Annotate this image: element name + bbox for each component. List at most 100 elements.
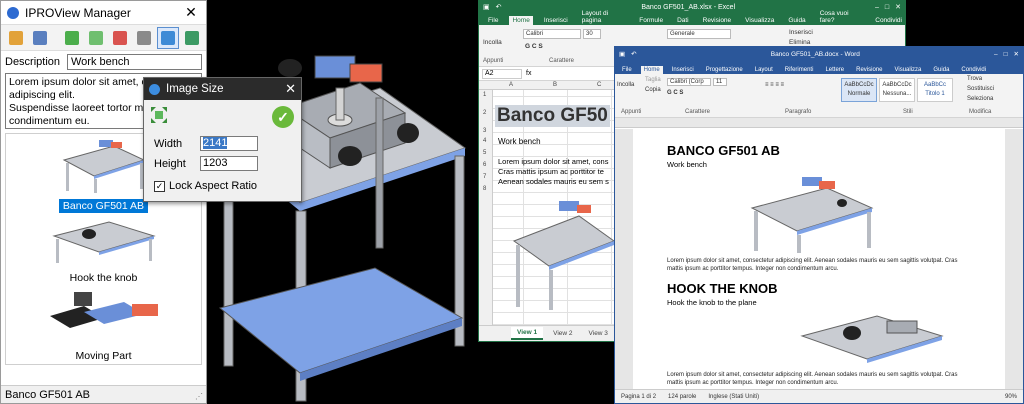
close-icon[interactable]: ✕ bbox=[285, 81, 296, 97]
add-image-alt-icon[interactable] bbox=[85, 27, 107, 49]
tab-help[interactable]: Guida bbox=[785, 16, 808, 25]
zoom-level[interactable]: 90% bbox=[1005, 394, 1023, 400]
undo-icon[interactable]: ↶ bbox=[496, 3, 502, 11]
tab-review[interactable]: Revisione bbox=[700, 16, 735, 25]
iproview-window[interactable]: IPROView Manager ✕ Description Work benc… bbox=[0, 0, 207, 404]
sheet-tab-view-3[interactable]: View 3 bbox=[583, 328, 614, 339]
tab-file[interactable]: File bbox=[485, 16, 501, 25]
maximize-icon[interactable]: □ bbox=[885, 4, 889, 11]
thumbnail-item[interactable]: Moving Part bbox=[6, 288, 201, 363]
document-page[interactable]: BANCO GF501 AB Work bench Lorem ipsum do… bbox=[633, 129, 1005, 389]
tab-page-layout[interactable]: Layout di pagina bbox=[579, 9, 629, 25]
word-window[interactable]: ▣ ↶ Banco GF501_AB.docx - Word – □ ✕ Fil… bbox=[614, 46, 1024, 404]
tab-help[interactable]: Guida bbox=[930, 66, 952, 74]
width-input[interactable]: 2141 bbox=[200, 136, 258, 151]
style-no-spacing[interactable]: AaBbCcDc Nessuna... bbox=[879, 78, 915, 102]
doc-image-knob[interactable] bbox=[797, 311, 947, 367]
tab-insert[interactable]: Inserisci bbox=[669, 66, 697, 74]
doc-image-workbench[interactable] bbox=[747, 173, 877, 253]
select-button[interactable]: Seleziona bbox=[967, 96, 993, 102]
font-size-box[interactable]: 30 bbox=[583, 29, 601, 39]
paste-button[interactable]: Incolla bbox=[483, 39, 502, 46]
cell-title[interactable]: Banco GF50 bbox=[495, 105, 610, 127]
minimize-icon[interactable]: – bbox=[994, 51, 998, 58]
add-image-icon[interactable] bbox=[61, 27, 83, 49]
resize-grip-icon[interactable]: ⋰ bbox=[195, 392, 203, 401]
number-format-box[interactable]: Generale bbox=[667, 29, 731, 39]
style-heading-1[interactable]: AaBbCc Titolo 1 bbox=[917, 78, 953, 102]
open-icon[interactable] bbox=[5, 27, 27, 49]
row-header[interactable]: 6 bbox=[483, 162, 486, 168]
cut-button[interactable]: Taglia bbox=[645, 77, 661, 83]
doc-heading-2[interactable]: HOOK THE KNOB bbox=[667, 281, 973, 296]
minimize-icon[interactable]: – bbox=[875, 4, 879, 11]
export-icon[interactable] bbox=[181, 27, 203, 49]
close-icon[interactable]: ✕ bbox=[1014, 50, 1019, 58]
doc-paragraph-2[interactable]: Lorem ipsum dolor sit amet, consectetur … bbox=[667, 371, 973, 387]
column-header[interactable]: C bbox=[597, 82, 601, 88]
cell-subtitle[interactable]: Work bench bbox=[498, 137, 541, 146]
tab-design[interactable]: Progettazione bbox=[703, 66, 746, 74]
row-header[interactable]: 2 bbox=[483, 110, 486, 116]
style-normal[interactable]: AaBbCcDc Normale bbox=[841, 78, 877, 102]
insert-cells-button[interactable]: Inserisci bbox=[789, 29, 813, 36]
tab-insert[interactable]: Inserisci bbox=[541, 16, 571, 25]
close-icon[interactable]: ✕ bbox=[895, 3, 901, 11]
tab-formulas[interactable]: Formule bbox=[636, 16, 666, 25]
tab-view[interactable]: Visualizza bbox=[742, 16, 777, 25]
resize-icon[interactable] bbox=[157, 26, 179, 49]
tab-file[interactable]: File bbox=[619, 66, 635, 74]
save-icon[interactable]: ▣ bbox=[619, 50, 625, 58]
image-size-dialog[interactable]: Image Size ✕ ✓ Width 2141 Height 1203 ✓ … bbox=[143, 77, 302, 202]
share-button[interactable]: Condividi bbox=[958, 66, 989, 74]
bold-icon[interactable]: G C S bbox=[525, 43, 543, 50]
doc-heading-1[interactable]: BANCO GF501 AB bbox=[667, 143, 973, 158]
replace-button[interactable]: Sostituisci bbox=[967, 86, 994, 92]
doc-paragraph-1[interactable]: Lorem ipsum dolor sit amet, consectetur … bbox=[667, 257, 973, 273]
lock-aspect-checkbox[interactable]: ✓ Lock Aspect Ratio bbox=[154, 180, 257, 192]
row-header[interactable]: 7 bbox=[483, 174, 486, 180]
row-header[interactable]: 5 bbox=[483, 150, 486, 156]
tab-view[interactable]: Visualizza bbox=[891, 66, 924, 74]
font-size-box[interactable]: 11 bbox=[713, 78, 727, 86]
ok-checkmark-button[interactable]: ✓ bbox=[272, 106, 294, 128]
status-page[interactable]: Pagina 1 di 2 bbox=[621, 394, 656, 400]
description-input[interactable]: Work bench bbox=[67, 54, 202, 70]
doc-subtitle-2[interactable]: Hook the knob to the plane bbox=[667, 298, 973, 307]
copy-button[interactable]: Copia bbox=[645, 87, 661, 93]
status-language[interactable]: Inglese (Stati Uniti) bbox=[708, 394, 759, 400]
bold-icon[interactable]: G C S bbox=[667, 90, 683, 96]
delete-image-icon[interactable] bbox=[109, 27, 131, 49]
tell-me-box[interactable]: Cosa vuoi fare? bbox=[817, 9, 865, 25]
save-icon[interactable]: ▣ bbox=[483, 3, 490, 11]
row-header[interactable]: 8 bbox=[483, 186, 486, 192]
share-button[interactable]: Condividi bbox=[872, 16, 905, 25]
tab-data[interactable]: Dati bbox=[674, 16, 692, 25]
save-icon[interactable] bbox=[29, 27, 51, 49]
font-name-box[interactable]: Calibri bbox=[523, 29, 581, 39]
paste-button[interactable]: Incolla bbox=[617, 82, 634, 88]
column-header[interactable]: A bbox=[509, 82, 513, 88]
delete-cells-button[interactable]: Elimina bbox=[789, 39, 810, 46]
undo-icon[interactable]: ↶ bbox=[631, 50, 636, 58]
height-input[interactable]: 1203 bbox=[200, 156, 258, 171]
tab-mailings[interactable]: Lettere bbox=[822, 66, 847, 74]
tab-home[interactable]: Home bbox=[640, 66, 663, 74]
properties-icon[interactable] bbox=[133, 27, 155, 49]
ruler[interactable] bbox=[615, 118, 1023, 128]
tab-layout[interactable]: Layout bbox=[752, 66, 776, 74]
row-header[interactable]: 3 bbox=[483, 128, 486, 134]
doc-subtitle-1[interactable]: Work bench bbox=[667, 160, 973, 169]
font-name-box[interactable]: Calibri (Corp bbox=[667, 78, 711, 86]
close-icon[interactable]: ✕ bbox=[182, 4, 200, 21]
tab-home[interactable]: Home bbox=[509, 16, 533, 25]
name-box[interactable]: A2 bbox=[482, 68, 522, 79]
sheet-tab-view-2[interactable]: View 2 bbox=[547, 328, 578, 339]
tab-review[interactable]: Revisione bbox=[853, 66, 885, 74]
checkbox-checked-icon[interactable]: ✓ bbox=[154, 180, 165, 192]
status-words[interactable]: 124 parole bbox=[668, 394, 696, 400]
row-header[interactable]: 1 bbox=[483, 92, 486, 98]
find-button[interactable]: Trova bbox=[967, 76, 982, 82]
sheet-tab-view-1[interactable]: View 1 bbox=[511, 327, 544, 340]
tab-references[interactable]: Riferimenti bbox=[782, 66, 817, 74]
